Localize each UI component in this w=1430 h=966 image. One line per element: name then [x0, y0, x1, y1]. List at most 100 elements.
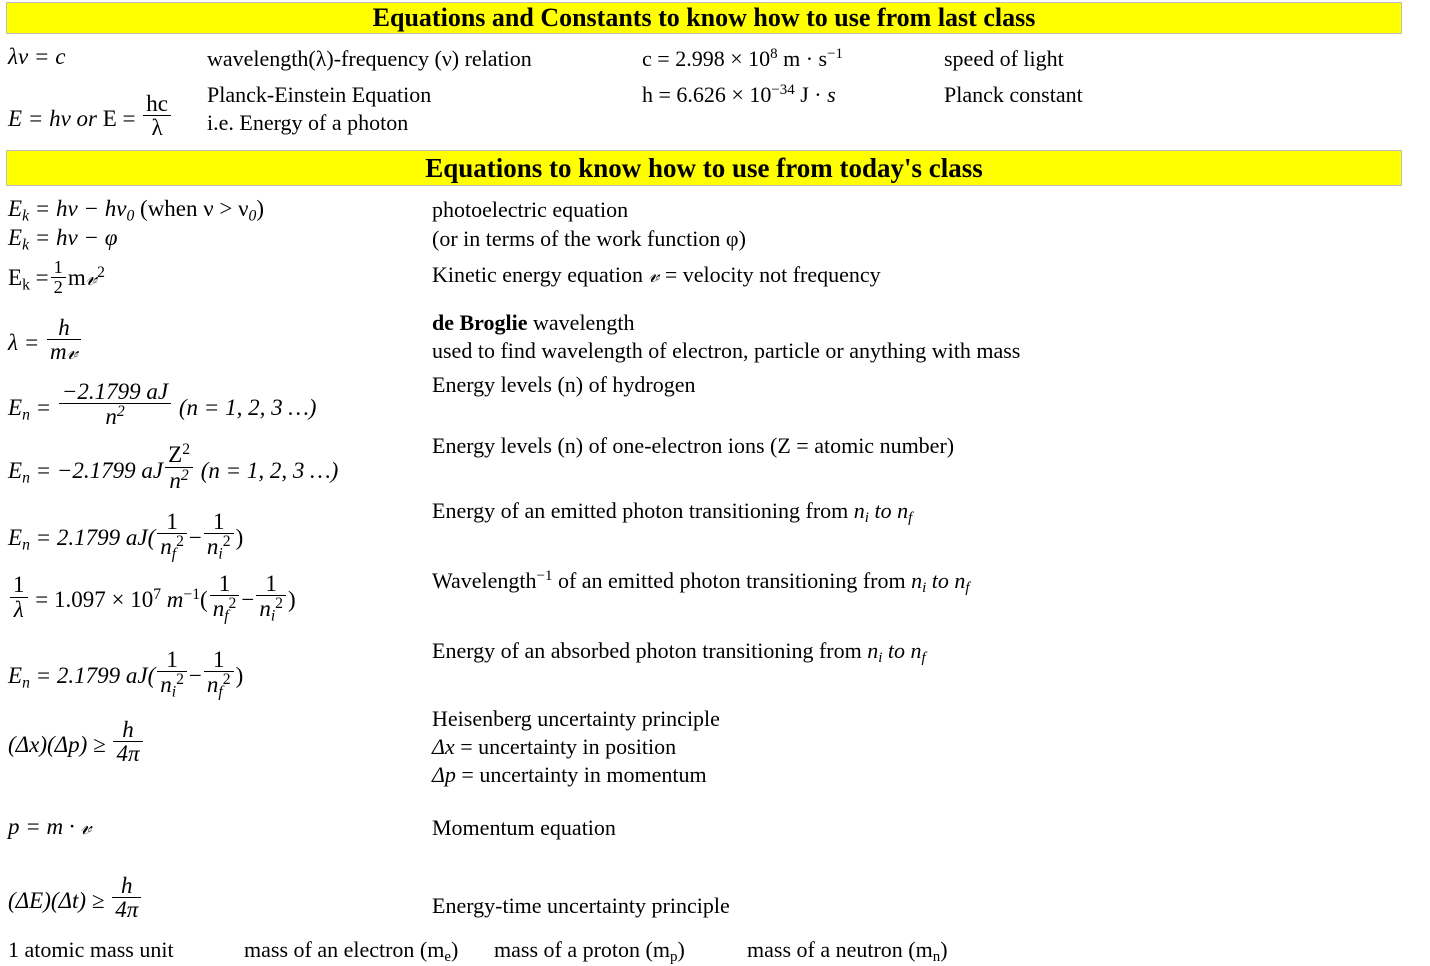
- banner-today-class-title: Equations to know how to use from today'…: [425, 153, 983, 183]
- description-planck-einstein-line1: Planck-Einstein Equation: [207, 82, 431, 108]
- emit-En-sub: n: [22, 536, 30, 554]
- label-mass-electron: mass of an electron (me): [244, 937, 458, 966]
- description-photoelectric-line2: (or in terms of the work function φ): [432, 226, 746, 252]
- et-numerator: h: [120, 873, 133, 898]
- emit-f1-denominator: nf2: [157, 533, 187, 562]
- hydrogen-condition: (n = 1, 2, 3 …): [173, 394, 317, 420]
- hydrogen-equals: =: [29, 394, 57, 420]
- c-unit-dot: ·: [805, 46, 814, 71]
- hydrogen-denominator: n2: [58, 403, 172, 430]
- description-hydrogen-levels: Energy levels (n) of hydrogen: [432, 372, 696, 398]
- description-absorbed-photon-energy: Energy of an absorbed photon transitioni…: [432, 638, 926, 667]
- equation-hydrogen-levels: En = −2.1799 aJ n2 (n = 1, 2, 3 …): [8, 380, 316, 429]
- c-symbol: c: [642, 46, 652, 71]
- debroglie-rest: wavelength: [527, 310, 635, 335]
- fraction-one-over-lambda: 1λ: [10, 573, 28, 621]
- fraction-one-half: 12: [50, 258, 66, 297]
- abs-f2-n-exponent: 2: [222, 671, 231, 689]
- description-one-electron-ions-text: Energy levels (n) of one-electron ions (…: [432, 433, 955, 458]
- equation-one-electron-ions: En = −2.1799 aJ Z2 n2 (n = 1, 2, 3 …): [8, 442, 338, 492]
- ke-E-sub: k: [22, 276, 30, 294]
- neutron-label-a: mass of a neutron (m: [747, 937, 933, 962]
- ryd-desc-b: of an emitted photon transitioning from: [552, 568, 912, 593]
- c-base: 10: [748, 46, 771, 71]
- fraction-z-squared-over-n-squared: Z2 n2: [165, 442, 193, 492]
- ion-den-n: n: [169, 467, 181, 493]
- photoelectric2-body: = hν − φ: [29, 225, 118, 250]
- label-mass-neutron: mass of a neutron (mn): [747, 937, 948, 966]
- abs-close: ): [235, 662, 244, 688]
- hydrogen-den-exponent: 2: [116, 403, 125, 421]
- ke-desc-b: = velocity not frequency: [659, 262, 881, 287]
- et-denominator: 4π: [112, 897, 142, 922]
- equation-energy-time: (ΔE)(Δt) ≥ h 4π: [8, 874, 143, 922]
- hydrogen-En-sub: n: [22, 406, 30, 424]
- equation-emitted-photon-energy: En = 2.1799 aJ(1 nf2−1 ni2): [8, 510, 243, 563]
- c-unit-meter: m: [783, 46, 801, 71]
- abs-f2-n: n: [206, 672, 219, 698]
- electron-label-b: ): [451, 937, 459, 962]
- ryd-desc-ni: n: [911, 568, 923, 593]
- emit-f1-numerator: 1: [166, 509, 178, 534]
- momentum-lhs: p = m ·: [8, 814, 81, 839]
- emit-desc-nf-sub: f: [908, 510, 913, 527]
- ryd-f1-n-exponent: 2: [228, 595, 237, 613]
- equation-wavelength-frequency-text: λν = c: [8, 44, 66, 69]
- ion-den-exponent: 2: [180, 466, 189, 484]
- ryd-units: m: [161, 586, 184, 612]
- debroglie-velocity: 𝓋: [66, 339, 78, 365]
- ryd-f1-denominator: nf2: [209, 595, 240, 624]
- h-times: ×: [731, 82, 744, 107]
- fraction-ryd-one-over-ni-squared: 1 ni2: [256, 572, 286, 625]
- fraction-hydrogen-energy: −2.1799 aJ n2: [58, 380, 172, 430]
- c-exponent: 8: [770, 46, 778, 63]
- abs-minus: −: [188, 662, 202, 688]
- ryd-desc-nf: n: [954, 568, 966, 593]
- ryd-f2-n: n: [259, 596, 271, 622]
- one-half-denominator: 2: [50, 276, 66, 297]
- hydrogen-En: E: [8, 394, 23, 420]
- constant-speed-of-light-label: speed of light: [944, 46, 1064, 71]
- description-momentum-text: Momentum equation: [432, 815, 616, 840]
- c-mantissa: 2.998: [675, 46, 725, 71]
- ryd-exponent: 7: [153, 585, 162, 603]
- h-unit-joule: J: [800, 82, 809, 107]
- banner-today-class: Equations to know how to use from today'…: [6, 150, 1402, 186]
- banner-last-class-title: Equations and Constants to know how to u…: [372, 3, 1036, 32]
- photoelectric-condition-close: ): [256, 196, 265, 221]
- description-photoelectric-line1: photoelectric equation: [432, 197, 628, 223]
- label-mass-proton: mass of a proton (mp): [494, 937, 685, 966]
- ryd-desc-a: Wavelength: [432, 568, 537, 593]
- description-emitted-photon-energy: Energy of an emitted photon transitionin…: [432, 498, 912, 527]
- ryd-units-exponent: −1: [183, 585, 201, 603]
- constant-planck-value: h = 6.626 × 10−34 J · s: [642, 82, 836, 108]
- abs-f1-numerator: 1: [166, 647, 178, 672]
- emit-f2-n: n: [206, 534, 219, 560]
- photoelectric2-Ek: E: [8, 225, 23, 250]
- c-power: 108: [748, 46, 777, 71]
- abs-f2-numerator: 1: [212, 647, 225, 672]
- abs-f1-n-exponent: 2: [176, 671, 184, 689]
- equation-heisenberg: (Δx)(Δp) ≥ h 4π: [8, 718, 145, 766]
- heis-delta-p: Δp: [432, 762, 456, 787]
- ryd-f2-numerator: 1: [265, 571, 277, 596]
- c-unit-second-base: s: [818, 46, 828, 71]
- ke-E: E: [8, 265, 23, 291]
- ryd-open: (: [200, 586, 208, 612]
- fraction-h-over-mv: h m𝓋: [46, 316, 81, 365]
- emit-f2-denominator: ni2: [203, 533, 234, 562]
- hydrogen-den-n: n: [105, 404, 117, 430]
- ion-body: = −2.1799 aJ: [29, 458, 164, 484]
- equation-de-broglie: λ = h m𝓋: [8, 316, 83, 364]
- abs-desc-ni: n: [867, 638, 879, 663]
- description-energy-time: Energy-time uncertainty principle: [432, 893, 730, 919]
- description-one-electron-ions: Energy levels (n) of one-electron ions (…: [432, 433, 954, 459]
- ion-En: E: [8, 458, 23, 484]
- description-kinetic-energy: Kinetic energy equation 𝓋 = velocity not…: [432, 262, 881, 288]
- fraction-h-over-4pi-momentum: h 4π: [113, 718, 143, 766]
- fraction-h-over-4pi-energy: h 4π: [112, 873, 142, 922]
- label-atomic-mass-unit-text: 1 atomic mass unit: [8, 937, 174, 962]
- fraction-one-over-nf-squared: 1 nf2: [157, 510, 187, 563]
- c-times: ×: [730, 46, 743, 71]
- ryd-f1-numerator: 1: [218, 571, 231, 596]
